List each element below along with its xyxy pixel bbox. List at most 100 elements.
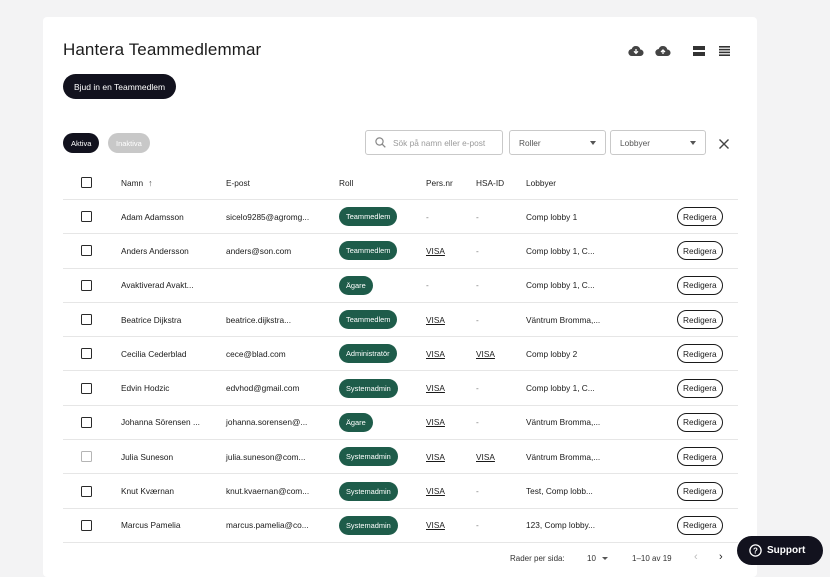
hsa-value: - [476,520,479,531]
edit-button[interactable]: Redigera [677,344,723,364]
role-cell: Ägare [339,406,373,439]
lobbies-select[interactable]: Lobbyer [610,130,706,155]
member-email: knut.kvaernan@com... [226,486,310,497]
row-checkbox[interactable] [81,303,93,336]
clear-filters-icon[interactable] [718,137,730,149]
show-pnr-link[interactable]: VISA [426,440,445,473]
table-row: Cecilia Cederblad cece@blad.com Administra… [63,337,738,372]
role-badge: Systemadmin [339,515,398,535]
member-lobbies: Comp lobby 1 [526,211,578,222]
member-lobbies: Comp lobby 2 [526,348,578,359]
row-checkbox[interactable] [81,474,93,507]
member-lobbies: Väntrum Bromma,... [526,417,601,428]
pnr-value: - [426,211,429,222]
show-pnr-link[interactable]: VISA [426,303,445,336]
edit-cell: Redigera [677,234,723,267]
member-email: sicelo9285@agromg... [226,211,310,222]
select-all-checkbox[interactable] [81,166,93,199]
member-lobbies: Väntrum Bromma,... [526,451,601,462]
table-row: Beatrice Dijkstra beatrice.dijkstra... Tea… [63,303,738,338]
next-page-icon[interactable]: › [719,551,723,563]
previous-page-icon[interactable]: ‹ [694,551,698,563]
role-cell: Systemadmin [339,509,398,542]
view-list-icon[interactable] [716,44,732,58]
show-hsa-link[interactable]: VISA [476,440,495,473]
rows-per-page-select[interactable]: 10 [587,554,608,563]
chevron-down-icon [601,557,608,560]
role-badge: Teammedlem [339,310,398,330]
rows-per-page-label: Rader per sida: [510,554,565,563]
edit-cell: Redigera [677,474,723,507]
role-cell: Ägare [339,269,373,302]
role-badge: Systemadmin [339,378,398,398]
member-name: Marcus Pamelia [121,520,181,531]
invite-member-button[interactable]: Bjud in en Teammedlem [63,74,177,99]
table-row: Anders Andersson anders@son.com Teammedlem… [63,234,738,269]
edit-button[interactable]: Redigera [677,515,723,535]
roles-select[interactable]: Roller [509,130,606,155]
edit-button[interactable]: Redigera [677,481,723,501]
member-lobbies: Test, Comp lobb... [526,486,593,497]
show-pnr-link[interactable]: VISA [426,509,445,542]
edit-button[interactable]: Redigera [677,241,723,261]
member-name: Beatrice Dijkstra [121,314,182,325]
pnr-value: - [426,280,429,291]
row-checkbox[interactable] [81,509,93,542]
column-header-lobbies: Lobbyer [526,177,556,188]
role-cell: Teammedlem [339,303,398,336]
support-button[interactable]: ? Support [737,536,823,565]
show-pnr-link[interactable]: VISA [426,234,445,267]
search-input[interactable]: Sök på namn eller e-post [365,130,503,155]
cloud-download-icon[interactable] [628,44,644,58]
column-header-hsa: HSA-ID [476,177,505,188]
table-row: Johanna Sörensen ... johanna.sorensen@...… [63,406,738,441]
show-pnr-link[interactable]: VISA [426,337,445,370]
edit-cell: Redigera [677,269,723,302]
role-cell: Systemadmin [339,474,398,507]
row-checkbox[interactable] [81,406,93,439]
role-badge: Ägare [339,275,373,295]
edit-button[interactable]: Redigera [677,310,723,330]
support-label: Support [767,545,806,556]
edit-cell: Redigera [677,303,723,336]
member-email: cece@blad.com [226,348,286,359]
show-pnr-link[interactable]: VISA [426,474,445,507]
edit-cell: Redigera [677,337,723,370]
show-hsa-link[interactable]: VISA [476,337,495,370]
chevron-down-icon [590,141,596,145]
member-lobbies: Comp lobby 1, C... [526,280,595,291]
show-pnr-link[interactable]: VISA [426,406,445,439]
member-lobbies: Väntrum Bromma,... [526,314,601,325]
edit-cell: Redigera [677,406,723,439]
hsa-value: - [476,245,479,256]
member-name: Avaktiverad Avakt... [121,280,194,291]
role-cell: Teammedlem [339,234,398,267]
member-name: Anders Andersson [121,245,189,256]
pagination: Rader per sida: 10 1–10 av 19 ‹ › [63,544,738,574]
filter-chip-inactive[interactable]: Inaktiva [108,133,150,153]
filter-chip-active[interactable]: Aktiva [63,133,100,153]
edit-button[interactable]: Redigera [677,207,723,227]
row-checkbox[interactable] [81,440,93,473]
edit-button[interactable]: Redigera [677,378,723,398]
row-checkbox[interactable] [81,371,93,404]
member-name: Cecilia Cederblad [121,348,187,359]
members-table: Namn ↑ E-post Roll Pers.nr HSA-ID Lobbyer… [63,166,738,543]
edit-button[interactable]: Redigera [677,412,723,432]
row-checkbox[interactable] [81,269,93,302]
row-checkbox[interactable] [81,337,93,370]
row-checkbox[interactable] [81,234,93,267]
column-header-name[interactable]: Namn ↑ [121,166,153,199]
member-name: Adam Adamsson [121,211,184,222]
show-pnr-link[interactable]: VISA [426,371,445,404]
role-cell: Administratör [339,337,397,370]
row-checkbox[interactable] [81,200,93,233]
member-email: johanna.sorensen@... [226,417,308,428]
role-badge: Systemadmin [339,447,398,467]
edit-button[interactable]: Redigera [677,447,723,467]
edit-button[interactable]: Redigera [677,275,723,295]
view-compact-icon[interactable] [691,44,707,58]
cloud-upload-icon[interactable] [655,44,671,58]
edit-cell: Redigera [677,200,723,233]
member-email: marcus.pamelia@co... [226,520,309,531]
